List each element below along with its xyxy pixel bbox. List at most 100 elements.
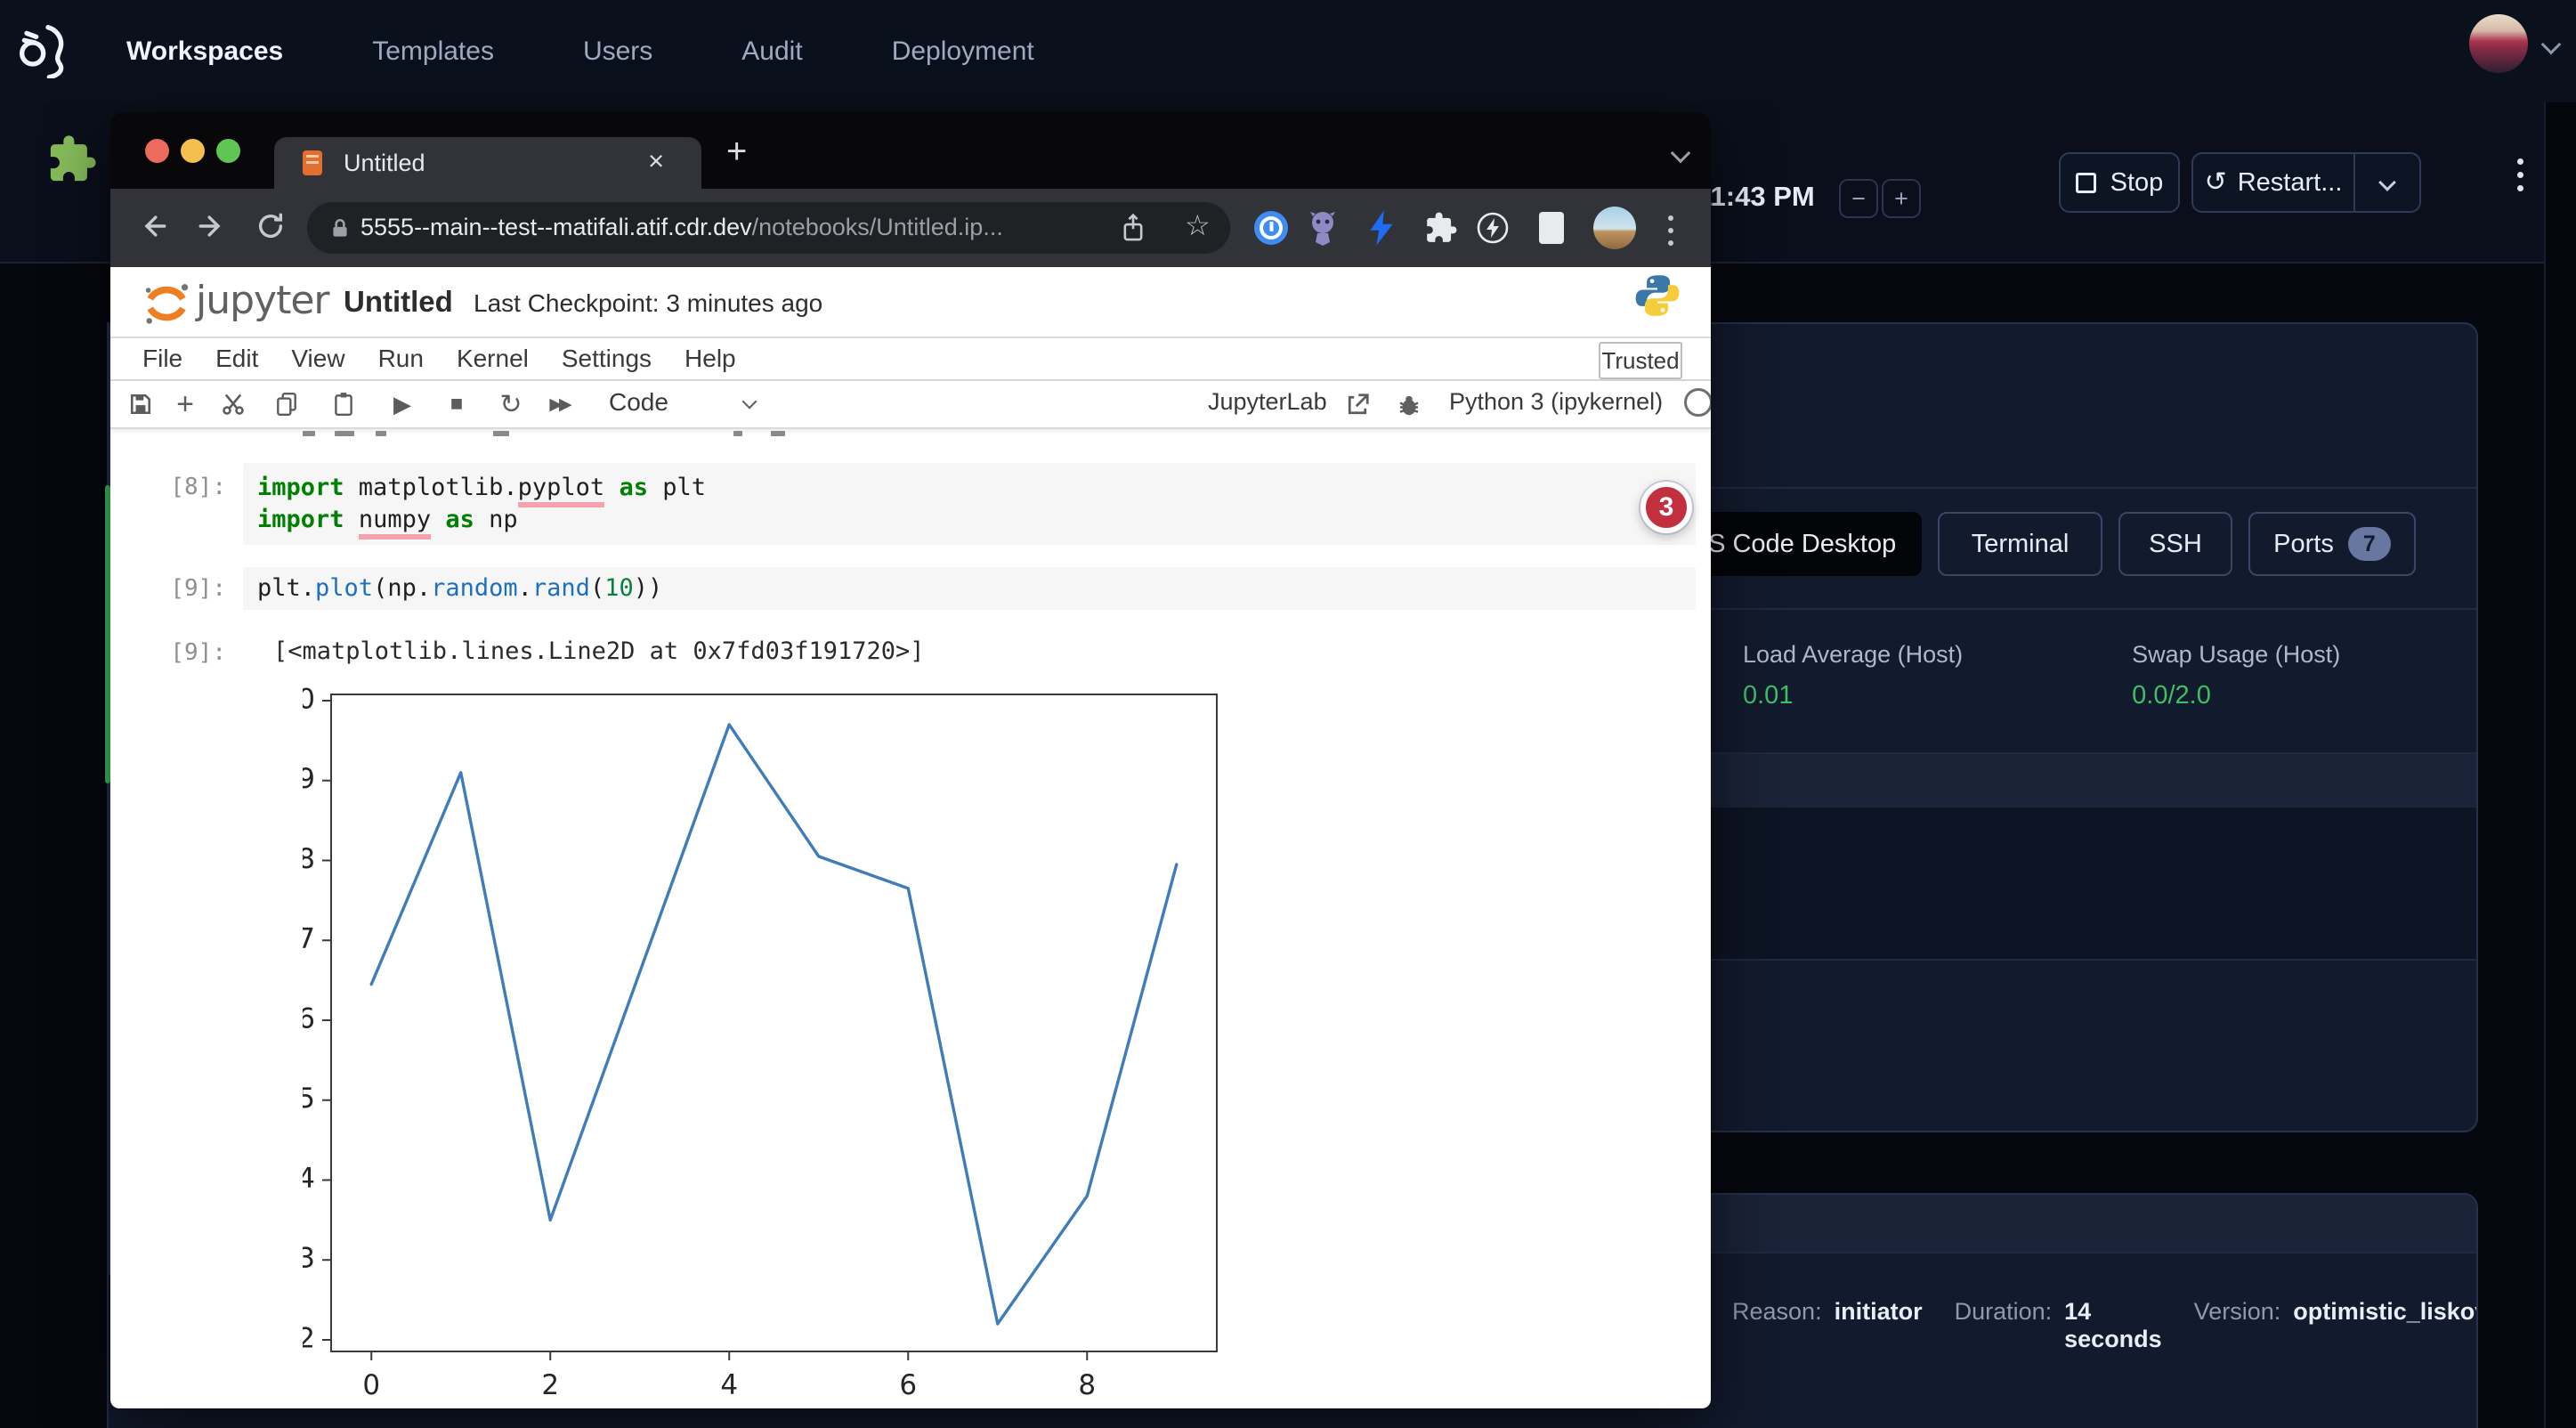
lock-icon bbox=[328, 215, 352, 242]
matplotlib-figure: 1.00.90.80.70.60.50.40.30.202468 bbox=[303, 686, 1246, 1408]
restart-run-all-icon[interactable]: ▶▶ bbox=[539, 385, 579, 424]
zoom-in-button[interactable]: + bbox=[1882, 179, 1921, 218]
tab-search-chevron-icon[interactable] bbox=[1673, 146, 1688, 165]
cut-cell-icon[interactable] bbox=[214, 385, 253, 424]
jupyter-menu-bar: File Edit View Run Kernel Settings Help Truste… bbox=[110, 338, 1711, 381]
nav-item-users[interactable]: Users bbox=[583, 37, 652, 67]
chrome-profile-avatar[interactable] bbox=[1593, 207, 1636, 249]
bolt-extension-icon[interactable] bbox=[1360, 207, 1403, 249]
browser-tab[interactable]: Untitled × bbox=[274, 137, 701, 189]
cell-type-select[interactable]: Code bbox=[609, 388, 668, 417]
version-label: Version: bbox=[2194, 1298, 2281, 1326]
ports-count-badge: 7 bbox=[2348, 527, 2391, 561]
restart-button[interactable]: ↺ Restart... bbox=[2191, 152, 2421, 213]
checkpoint-status: Last Checkpoint: 3 minutes ago bbox=[474, 289, 822, 318]
share-icon[interactable] bbox=[1119, 213, 1147, 243]
app-button-terminal[interactable]: Terminal bbox=[1938, 512, 2102, 576]
jupyterlab-link[interactable]: JupyterLab bbox=[1208, 388, 1327, 416]
browser-toolbar: 5555--main--test--matifali.atif.cdr.dev/… bbox=[110, 189, 1711, 267]
svg-text:6: 6 bbox=[899, 1369, 917, 1401]
app-button-ports[interactable]: Ports7 bbox=[2248, 512, 2416, 576]
debugger-bug-icon[interactable] bbox=[1396, 392, 1422, 418]
clipped-text-remnant bbox=[335, 431, 354, 436]
output-prompt: [9]: bbox=[128, 639, 226, 666]
menu-run[interactable]: Run bbox=[378, 345, 424, 373]
reason-value: initiator bbox=[1835, 1298, 1923, 1326]
energy-extension-icon[interactable] bbox=[1471, 207, 1514, 249]
stop-icon bbox=[2076, 173, 2096, 193]
jupyter-logo bbox=[141, 278, 190, 328]
stop-button[interactable]: Stop bbox=[2059, 152, 2180, 213]
reload-icon[interactable] bbox=[249, 205, 292, 247]
add-cell-icon[interactable]: + bbox=[166, 385, 205, 424]
external-link-icon[interactable] bbox=[1344, 392, 1371, 418]
back-icon[interactable] bbox=[132, 205, 174, 247]
trusted-button[interactable]: Trusted bbox=[1599, 342, 1682, 379]
svg-text:0.8: 0.8 bbox=[303, 843, 315, 875]
save-icon[interactable] bbox=[121, 385, 160, 424]
menu-view[interactable]: View bbox=[291, 345, 344, 373]
extensions-puzzle-icon[interactable] bbox=[1420, 207, 1462, 249]
svg-text:0.7: 0.7 bbox=[303, 923, 315, 955]
user-menu-chevron-icon[interactable] bbox=[2541, 35, 2562, 55]
menu-edit[interactable]: Edit bbox=[215, 345, 258, 373]
menu-settings[interactable]: Settings bbox=[562, 345, 652, 373]
address-bar[interactable]: 5555--main--test--matifali.atif.cdr.dev/… bbox=[307, 202, 1230, 254]
kernel-name[interactable]: Python 3 (ipykernel) bbox=[1449, 388, 1663, 416]
copy-cell-icon[interactable] bbox=[267, 385, 306, 424]
workspace-menu-icon[interactable] bbox=[2517, 158, 2523, 191]
onepassword-extension-icon[interactable] bbox=[1250, 207, 1292, 249]
browser-menu-icon[interactable] bbox=[1668, 215, 1673, 246]
svg-text:0.4: 0.4 bbox=[303, 1163, 315, 1195]
app-button-ssh[interactable]: SSH bbox=[2118, 512, 2232, 576]
window-minimize-button[interactable] bbox=[181, 139, 205, 163]
menu-kernel[interactable]: Kernel bbox=[457, 345, 529, 373]
template-puzzle-icon bbox=[46, 134, 98, 185]
stat-swap-usage-host-: Swap Usage (Host)0.0/2.0 bbox=[2132, 641, 2340, 710]
menu-file[interactable]: File bbox=[142, 345, 182, 373]
browser-tab-bar: Untitled × + bbox=[110, 112, 1711, 189]
new-tab-button[interactable]: + bbox=[726, 132, 747, 172]
github-extension-icon[interactable] bbox=[1301, 207, 1344, 249]
svg-text:0.3: 0.3 bbox=[303, 1243, 315, 1275]
clipped-text-remnant bbox=[493, 431, 509, 436]
paste-cell-icon[interactable] bbox=[324, 385, 363, 424]
nav-item-audit[interactable]: Audit bbox=[741, 37, 802, 67]
workspace-stats: Load Average (Host)0.01Swap Usage (Host)… bbox=[1743, 641, 2340, 710]
nav-item-deployment[interactable]: Deployment bbox=[892, 37, 1034, 67]
run-cell-icon[interactable]: ▶ bbox=[383, 385, 422, 424]
window-maximize-button[interactable] bbox=[216, 139, 240, 163]
bookmark-star-icon[interactable]: ☆ bbox=[1185, 208, 1211, 242]
coder-logo[interactable] bbox=[14, 21, 68, 78]
clipped-text-remnant bbox=[733, 431, 742, 436]
forward-icon[interactable] bbox=[190, 205, 233, 247]
window-close-button[interactable] bbox=[145, 139, 169, 163]
nav-item-workspaces[interactable]: Workspaces bbox=[126, 37, 283, 67]
screen: WorkspacesTemplatesUsersAuditDeployment … bbox=[0, 0, 2576, 1428]
clock: 11:43 PM bbox=[1697, 181, 1815, 213]
url-text[interactable]: 5555--main--test--matifali.atif.cdr.dev/… bbox=[360, 214, 1003, 241]
code-cell[interactable]: plt.plot(np.random.rand(10)) bbox=[243, 567, 1696, 610]
nav-item-templates[interactable]: Templates bbox=[372, 37, 494, 67]
menu-help[interactable]: Help bbox=[685, 345, 736, 373]
jupyter-page: jupyter Untitled Last Checkpoint: 3 minu… bbox=[110, 267, 1711, 1408]
user-avatar[interactable] bbox=[2469, 14, 2528, 73]
coder-nav-items: Workspaces Templates Users Audit Deployment bbox=[126, 0, 1034, 102]
restart-icon: ↺ bbox=[2205, 169, 2227, 196]
notebook-title[interactable]: Untitled bbox=[344, 285, 453, 319]
sidepanel-extension-icon[interactable] bbox=[1530, 207, 1573, 249]
tab-close-icon[interactable]: × bbox=[648, 145, 664, 177]
cell-type-chevron-icon[interactable] bbox=[744, 395, 755, 411]
jupyter-brand: jupyter bbox=[196, 278, 329, 323]
restart-options-chevron[interactable] bbox=[2353, 154, 2419, 211]
interrupt-kernel-icon[interactable]: ■ bbox=[437, 385, 476, 424]
svg-text:0.6: 0.6 bbox=[303, 1002, 315, 1034]
svg-text:1.0: 1.0 bbox=[303, 686, 315, 716]
restart-kernel-icon[interactable]: ↻ bbox=[491, 385, 531, 424]
svg-text:0.9: 0.9 bbox=[303, 763, 315, 795]
code-cell[interactable]: import matplotlib.pyplot as pltimport nu… bbox=[243, 463, 1696, 545]
cell-prompt: [9]: bbox=[128, 575, 226, 602]
jupyter-toolbar: + ▶ ■ ↻ ▶▶ Code JupyterLab bbox=[110, 381, 1711, 429]
zoom-out-button[interactable]: − bbox=[1839, 179, 1878, 218]
notification-badge[interactable]: 3 bbox=[1640, 482, 1692, 533]
